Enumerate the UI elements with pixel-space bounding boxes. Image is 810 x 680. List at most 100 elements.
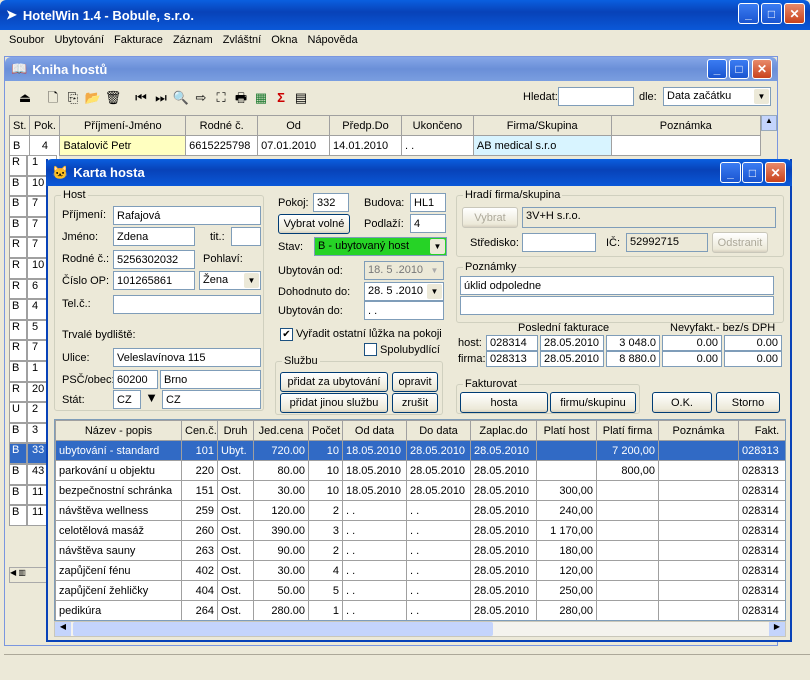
notes-line2[interactable] [460,296,774,315]
state-code-field[interactable] [113,390,141,409]
add-stay-service-button[interactable]: přidat za ubytování [280,372,388,392]
gb-maximize-icon[interactable]: □ [729,59,749,79]
svc-col-header[interactable]: Jed.cena [253,420,309,441]
print-icon[interactable]: 🖶 [231,88,251,108]
services-hscroll[interactable]: ◀ ▶ [54,621,786,637]
choose-free-room-button[interactable]: Vybrat volné [278,214,350,234]
arrow-right-icon[interactable]: ⇨ [191,88,211,108]
status-select[interactable]: B - ubytovaný host ▼ [314,237,447,256]
svc-row[interactable]: bezpečnostní schránka 151 Ost. 30.00 10 18.05… [55,480,785,501]
zip-field[interactable] [113,370,158,389]
svc-col-header[interactable]: Poznámka [658,420,739,441]
storno-button[interactable]: Storno [716,392,780,413]
state-field[interactable] [162,390,261,409]
city-field[interactable] [160,370,261,389]
notes-line1[interactable] [460,276,774,295]
edit-service-button[interactable]: opravit [392,372,438,392]
card-minimize-icon[interactable]: _ [720,162,741,183]
op-field[interactable] [113,271,195,290]
gb-cell[interactable]: 6615225798 [185,135,259,156]
gb-cell[interactable]: B [8,135,31,156]
menu-item-6[interactable]: Nápověda [303,34,363,46]
services-scroll-thumb[interactable] [73,622,493,636]
gb-col-header[interactable]: Příjmení-Jméno [59,115,187,136]
gb-cell[interactable]: 14.01.2010 [329,135,402,156]
svc-col-header[interactable]: Fakt. [738,420,785,441]
menu-item-3[interactable]: Záznam [168,34,218,46]
add-other-service-button[interactable]: přidat jinou službu [280,393,388,413]
gb-col-header[interactable]: Od [257,115,331,136]
first-record-icon[interactable]: ⏮ [131,88,151,108]
search-icon[interactable]: 🔍 [171,88,191,108]
svc-row[interactable]: ubytování - standard 101 Ubyt. 720.00 10 18.0… [55,440,785,461]
svc-col-header[interactable]: Druh [217,420,254,441]
state-dropdown-icon[interactable]: ▼ [143,390,160,409]
surname-field[interactable] [113,206,261,225]
birth-field[interactable] [113,250,195,269]
new-icon[interactable]: 🗋 [43,88,63,108]
floor-field[interactable] [410,214,446,233]
cancel-service-button[interactable]: zrušit [392,393,438,413]
building-field[interactable] [410,193,446,212]
menu-item-2[interactable]: Fakturace [109,34,168,46]
ok-button[interactable]: O.K. [652,392,712,413]
minimize-icon[interactable]: _ [738,3,759,24]
room-field[interactable] [313,193,349,212]
menu-item-4[interactable]: Zvláštní [218,34,267,46]
svc-col-header[interactable]: Od data [342,420,407,441]
menu-item-0[interactable]: Soubor [4,34,49,46]
card-maximize-icon[interactable]: □ [742,162,763,183]
svc-row[interactable]: pedikúra 264 Ost. 280.00 1. .. . 28.05.2010 28… [55,600,785,620]
scroll-right-icon[interactable]: ▶ [769,622,785,636]
to-date-field[interactable] [364,301,444,320]
gb-cell[interactable] [610,135,762,156]
gb-col-header[interactable]: Poznámka [610,115,762,136]
gb-col-header[interactable]: Předp.Do [329,115,402,136]
scroll-up-icon[interactable]: ▲ [761,115,777,131]
svc-col-header[interactable]: Platí host [536,420,597,441]
exit-icon[interactable]: ⏏ [15,88,35,108]
remove-beds-checkbox[interactable]: ✔ [280,328,293,341]
search-by-select[interactable]: Data začátku ▼ [663,87,771,106]
gb-cell[interactable]: . . [400,135,474,156]
calendar-icon[interactable]: ▤ [291,88,311,108]
sum-icon[interactable]: Σ [271,88,291,108]
search-input[interactable] [558,87,634,106]
center-field[interactable] [522,233,596,252]
title-field[interactable] [231,227,261,246]
svc-row[interactable]: zapůjčení fénu 402 Ost. 30.00 4. .. . 28.05.2… [55,560,785,581]
invoice-host-button[interactable]: hosta [460,392,548,413]
close-icon[interactable]: ✕ [784,3,805,24]
gb-col-header[interactable]: Pok. [29,115,61,136]
svc-row[interactable]: parkování u objektu 220 Ost. 80.00 10 18.05.2… [55,460,785,481]
gb-col-header[interactable]: Ukončeno [400,115,474,136]
remove-company-button[interactable]: Odstranit [712,232,768,253]
svc-col-header[interactable]: Název - popis [55,420,182,441]
agreed-date-field[interactable]: 28. 5 .2010 ▼ [364,282,444,301]
gb-cell[interactable]: 07.01.2010 [257,135,331,156]
scroll-left-icon[interactable]: ◀ [55,622,71,636]
gb-cell[interactable]: 4 [29,135,61,156]
svc-col-header[interactable]: Do data [406,420,471,441]
delete-icon[interactable]: 🗑 [103,88,123,108]
excel-icon[interactable]: ▦ [251,88,271,108]
street-field[interactable] [113,348,261,367]
open-folder-icon[interactable]: 📂 [83,88,103,108]
gb-cell[interactable]: Batalovič Petr [59,135,187,156]
select-area-icon[interactable]: ⛶ [211,88,231,108]
svc-col-header[interactable]: Platí firma [596,420,659,441]
copy-icon[interactable]: ⎘ [63,88,83,108]
svc-row[interactable]: návštěva wellness 259 Ost. 120.00 2. .. . 28.… [55,500,785,521]
invoice-firm-button[interactable]: firmu/skupinu [550,392,636,413]
gender-select[interactable]: Žena ▼ [199,271,261,290]
svc-row[interactable]: návštěva sauny 263 Ost. 90.00 2. .. . 28.05.2… [55,540,785,561]
menu-item-5[interactable]: Okna [266,34,302,46]
gb-minimize-icon[interactable]: _ [707,59,727,79]
last-record-icon[interactable]: ⏭ [151,88,171,108]
phone-field[interactable] [113,295,261,314]
gb-col-header[interactable]: Firma/Skupina [472,115,612,136]
roommate-checkbox[interactable] [364,343,377,356]
maximize-icon[interactable]: □ [761,3,782,24]
svc-col-header[interactable]: Počet [308,420,343,441]
name-field[interactable] [113,227,195,246]
